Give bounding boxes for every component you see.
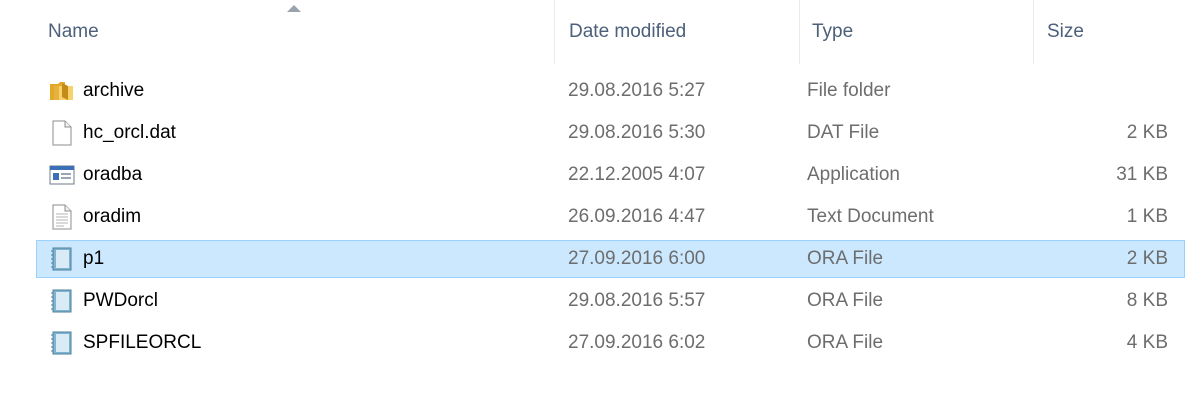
column-header-name-label: Name xyxy=(48,21,99,42)
file-name: oradba xyxy=(83,164,143,185)
ora-file-icon xyxy=(48,241,76,277)
ora-file-icon xyxy=(48,325,76,361)
file-type: ORA File xyxy=(807,332,884,353)
file-type: ORA File xyxy=(807,248,884,269)
file-name: archive xyxy=(83,80,145,101)
blank-file-icon xyxy=(48,115,76,151)
file-name: PWDorcl xyxy=(83,290,158,311)
file-size: 2 KB xyxy=(1126,122,1168,143)
file-date-modified: 22.12.2005 4:07 xyxy=(568,164,706,185)
column-header-name[interactable]: Name xyxy=(0,0,555,64)
file-name: SPFILEORCL xyxy=(83,332,202,353)
file-size: 4 KB xyxy=(1126,332,1168,353)
file-row-spfileorcl[interactable]: SPFILEORCL 27.09.2016 6:02 ORA File 4 KB xyxy=(36,324,1185,362)
file-row-oradba[interactable]: oradba 22.12.2005 4:07 Application 31 KB xyxy=(36,156,1185,194)
file-type: Application xyxy=(807,164,900,185)
file-type: Text Document xyxy=(807,206,934,227)
file-size: 8 KB xyxy=(1126,290,1168,311)
file-date-modified: 27.09.2016 6:00 xyxy=(568,248,706,269)
file-size: 2 KB xyxy=(1126,248,1168,269)
file-row-hc-orcl-dat[interactable]: hc_orcl.dat 29.08.2016 5:30 DAT File 2 K… xyxy=(36,114,1185,152)
column-header-size[interactable]: Size xyxy=(1034,0,1185,64)
file-row-pwdorcl[interactable]: PWDorcl 29.08.2016 5:57 ORA File 8 KB xyxy=(36,282,1185,320)
file-row-archive[interactable]: archive 29.08.2016 5:27 File folder xyxy=(36,72,1185,110)
application-icon xyxy=(48,157,76,193)
column-header-type-label: Type xyxy=(812,21,854,42)
file-row-p1[interactable]: p1 27.09.2016 6:00 ORA File 2 KB xyxy=(36,240,1185,278)
column-header-date-label: Date modified xyxy=(569,21,687,42)
sort-ascending-icon xyxy=(287,5,301,12)
file-date-modified: 29.08.2016 5:27 xyxy=(568,80,706,101)
folder-icon xyxy=(48,73,76,109)
file-name: oradim xyxy=(83,206,142,227)
file-date-modified: 26.09.2016 4:47 xyxy=(568,206,706,227)
file-row-oradim[interactable]: oradim 26.09.2016 4:47 Text Document 1 K… xyxy=(36,198,1185,236)
file-size: 31 KB xyxy=(1116,164,1168,185)
file-type: ORA File xyxy=(807,290,884,311)
ora-file-icon xyxy=(48,283,76,319)
file-date-modified: 27.09.2016 6:02 xyxy=(568,332,706,353)
file-date-modified: 29.08.2016 5:30 xyxy=(568,122,706,143)
column-header-bar: Name Date modified Type Size xyxy=(0,0,1185,64)
column-header-date-modified[interactable]: Date modified xyxy=(555,0,800,64)
file-type: DAT File xyxy=(807,122,880,143)
file-type: File folder xyxy=(807,80,891,101)
column-header-size-label: Size xyxy=(1047,21,1084,42)
file-date-modified: 29.08.2016 5:57 xyxy=(568,290,706,311)
column-header-type[interactable]: Type xyxy=(800,0,1034,64)
text-document-icon xyxy=(48,199,76,235)
file-name: hc_orcl.dat xyxy=(83,122,176,143)
file-size: 1 KB xyxy=(1126,206,1168,227)
file-name: p1 xyxy=(83,248,105,269)
